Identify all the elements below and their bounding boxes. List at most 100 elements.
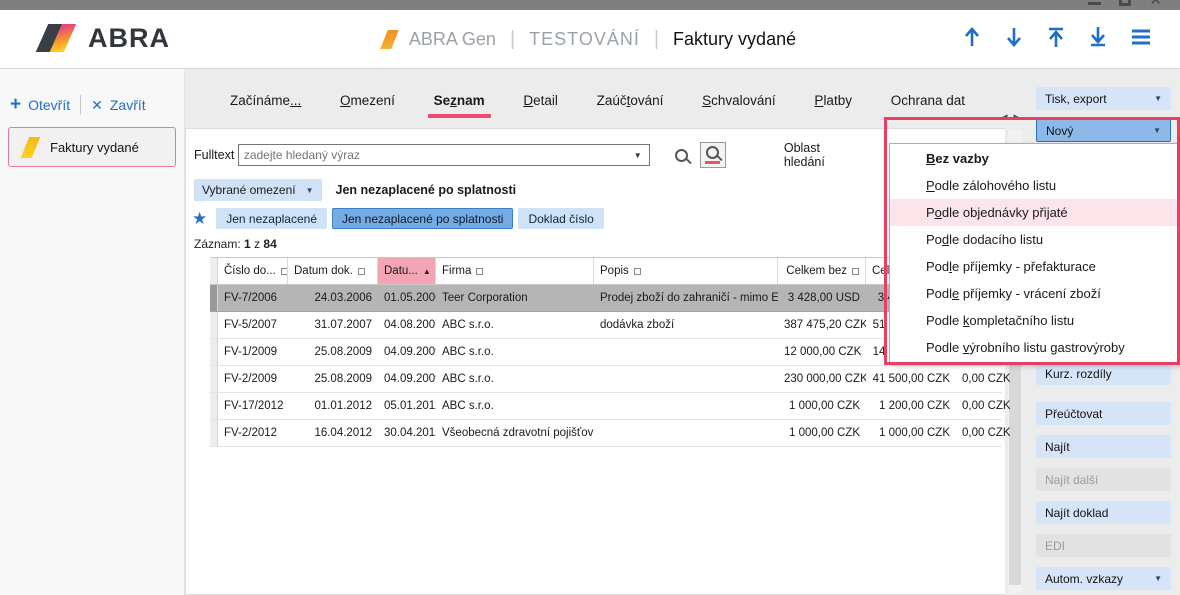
menu-item-podle-prijemky-prefakturace[interactable]: Podle příjemky - přefakturace — [890, 253, 1178, 280]
row-indicator — [210, 393, 218, 419]
column-header-datu[interactable]: Datu...▲ — [378, 258, 436, 284]
active-tab-indicator — [428, 114, 491, 118]
novy-dropdown-menu: Bez vazbyPodle zálohového listuPodle obj… — [889, 143, 1179, 363]
dropdown-arrow-icon: ▼ — [1153, 126, 1161, 135]
tab-zauctovani[interactable]: Zaúčtování — [597, 93, 664, 116]
open-label: Otevřít — [28, 97, 70, 113]
menu-item-podle-kompletacniho-listu[interactable]: Podle kompletačního listu — [890, 307, 1178, 334]
scrollbar-thumb[interactable] — [1009, 363, 1021, 585]
label-post: chvalování — [711, 93, 776, 108]
nav-right-icon[interactable]: ▸ — [1014, 110, 1020, 123]
column-label: Popis — [600, 265, 629, 277]
filter-chip-doklad-cislo[interactable]: Doklad číslo — [518, 208, 603, 229]
cell: 1 000,00 CZK — [778, 393, 866, 419]
filter-chip-jen-nezaplacene-po-splatnosti[interactable]: Jen nezaplacené po splatnosti — [332, 208, 513, 229]
row-indicator — [210, 285, 218, 311]
label-post: ování — [630, 93, 663, 108]
menu-item-podle-prijemky-vraceni-zbozi[interactable]: Podle příjemky - vrácení zboží — [890, 280, 1178, 307]
table-row-fv-1-2009[interactable]: FV-1/200925.08.200904.09.2009ABC s.r.o.1… — [210, 339, 1002, 366]
window-minimize-icon[interactable] — [1088, 0, 1101, 5]
fulltext-search-input[interactable] — [238, 144, 650, 166]
button-autom-vzkazy[interactable]: Autom. vzkazy▼ — [1036, 567, 1171, 590]
button-kurz-rozdily[interactable]: Kurz. rozdíly — [1036, 362, 1171, 385]
menu-item-bez-vazby[interactable]: Bez vazby — [890, 145, 1178, 172]
label-post: ez vazby — [935, 151, 988, 166]
access-key: D — [523, 93, 533, 108]
record-label: Záznam: — [194, 237, 241, 251]
hamburger-menu-icon[interactable] — [1130, 28, 1152, 46]
button-tisk-export[interactable]: Tisk, export▼ — [1036, 87, 1171, 110]
cell: 1 000,00 CZK — [778, 420, 866, 446]
table-row-fv-17-2012[interactable]: FV-17/201201.01.201205.01.2012ABC s.r.o.… — [210, 393, 1002, 420]
move-up-icon[interactable] — [962, 26, 982, 48]
sort-asc-icon: ▲ — [423, 267, 431, 276]
filter-icon[interactable] — [634, 268, 641, 275]
cell: FV-2/2009 — [218, 366, 288, 392]
cell: 0,00 CZK — [956, 420, 1010, 446]
nav-left-icon[interactable]: ◂ — [1002, 110, 1008, 123]
window-close-icon[interactable]: ✕ — [1149, 0, 1162, 8]
menu-item-podle-vyrobniho-listu-gastrovyroby[interactable]: Podle výrobního listu gastrovýroby — [890, 334, 1178, 361]
page-title: Faktury vydané — [673, 29, 796, 50]
access-key: P — [926, 178, 935, 193]
access-key: o — [935, 205, 942, 220]
filter-icon[interactable] — [281, 268, 288, 275]
column-header-popis[interactable]: Popis — [594, 258, 778, 284]
button-label: Nový — [1046, 124, 1073, 138]
open-agenda-button[interactable]: + Otevřít — [10, 97, 70, 113]
filter-icon[interactable] — [358, 268, 365, 275]
sidebar-item-faktury-vydane[interactable]: Faktury vydané — [8, 127, 176, 167]
cell: 30.04.2012 — [378, 420, 436, 446]
input-dropdown-icon[interactable]: ▼ — [634, 151, 649, 160]
window-titlebar: ✕ — [0, 0, 1180, 10]
column-header-cislo-do[interactable]: Číslo do... — [218, 258, 288, 284]
button-najit[interactable]: Najít — [1036, 435, 1171, 458]
table-row-fv-2-2009[interactable]: FV-2/200925.08.200904.09.2009ABC s.r.o.2… — [210, 366, 1002, 393]
column-header-firma[interactable]: Firma — [436, 258, 594, 284]
table-row-fv-2-2012[interactable]: FV-2/201216.04.201230.04.2012Všeobecná z… — [210, 420, 1002, 447]
tab-ochrana-dat[interactable]: Ochrana dat — [891, 93, 965, 116]
cell: ABC s.r.o. — [436, 312, 594, 338]
tab-omezeni[interactable]: Omezení — [340, 93, 395, 116]
move-last-icon[interactable] — [1088, 26, 1108, 48]
filter-icon[interactable] — [476, 268, 483, 275]
window-maximize-icon[interactable] — [1119, 0, 1131, 6]
label-post: odle zálohového listu — [935, 178, 1056, 193]
search-icon[interactable] — [675, 149, 688, 162]
menu-item-podle-zalohoveho-listu[interactable]: Podle zálohového listu — [890, 172, 1178, 199]
label-post: mezení — [351, 93, 395, 108]
label-pre: Po — [926, 232, 942, 247]
column-header-celkem-bez[interactable]: Celkem bez — [778, 258, 866, 284]
cell — [594, 420, 778, 446]
menu-item-podle-dodaciho-listu[interactable]: Podle dodacího listu — [890, 226, 1178, 253]
button-novy[interactable]: Nový ▼ — [1036, 119, 1171, 142]
menu-item-podle-objednavky-prijate[interactable]: Podle objednávky přijaté — [890, 199, 1178, 226]
filter-icon[interactable] — [852, 268, 859, 275]
favorite-star-icon[interactable]: ★ — [192, 209, 207, 229]
tab-detail[interactable]: Detail — [523, 93, 558, 116]
agenda-slash-icon — [21, 137, 40, 158]
move-first-icon[interactable] — [1046, 26, 1066, 48]
move-down-icon[interactable] — [1004, 26, 1024, 48]
close-agenda-button[interactable]: ✕ Zavřít — [91, 97, 146, 114]
column-label: Celkem bez — [786, 265, 847, 277]
cell: 01.01.2012 — [288, 393, 378, 419]
tab-seznam[interactable]: Seznam — [434, 93, 485, 116]
table-row-fv-7-2006[interactable]: FV-7/200624.03.200601.05.2006Teer Corpor… — [210, 285, 1002, 312]
table-row-fv-5-2007[interactable]: FV-5/200731.07.200704.08.2007ABC s.r.o.d… — [210, 312, 1002, 339]
filter-chips: Jen nezaplacenéJen nezaplacené po splatn… — [216, 208, 604, 229]
cell: FV-17/2012 — [218, 393, 288, 419]
selected-restriction-dropdown[interactable]: Vybrané omezení ▼ — [194, 179, 322, 201]
label-pre: P — [926, 205, 935, 220]
filter-chip-jen-nezaplacene[interactable]: Jen nezaplacené — [216, 208, 327, 229]
button-najit-doklad[interactable]: Najít doklad — [1036, 501, 1171, 524]
search-in-results-icon[interactable] — [700, 142, 726, 168]
button-label: Najít — [1045, 440, 1070, 454]
cell: 31.07.2007 — [288, 312, 378, 338]
column-header-datum-dok[interactable]: Datum dok. — [288, 258, 378, 284]
button-preuctovat[interactable]: Přeúčtovat — [1036, 402, 1171, 425]
tab-zaciname[interactable]: Začínáme... — [230, 93, 301, 116]
cell: 05.01.2012 — [378, 393, 436, 419]
tab-platby[interactable]: Platby — [814, 93, 852, 116]
tab-schvalovani[interactable]: Schvalování — [702, 93, 776, 116]
